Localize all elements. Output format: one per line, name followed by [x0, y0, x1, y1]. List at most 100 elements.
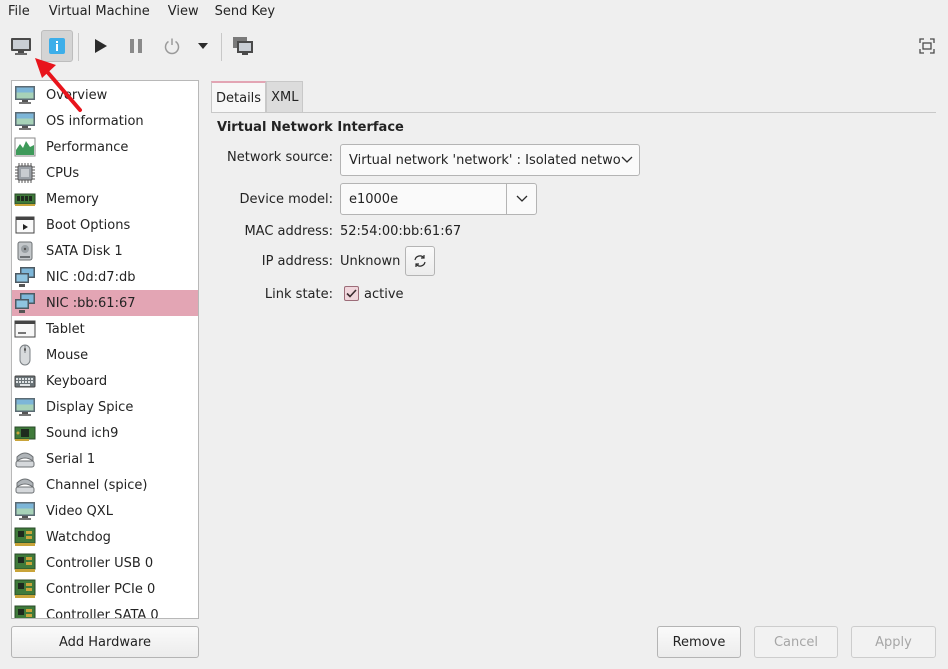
hardware-list-item-label: Controller USB 0	[46, 555, 154, 571]
menu-virtual-machine[interactable]: Virtual Machine	[38, 0, 158, 24]
mac-address-label: MAC address:	[244, 224, 333, 239]
serial-icon	[14, 474, 36, 496]
menu-bar: File Virtual Machine View Send Key	[0, 0, 948, 24]
pci-card-icon	[14, 578, 36, 600]
ip-address-value: Unknown	[340, 254, 401, 269]
hardware-list-item-label: SATA Disk 1	[46, 243, 123, 259]
pause-icon	[130, 39, 142, 53]
hardware-list-item[interactable]: Keyboard	[12, 368, 198, 394]
hardware-list-item-label: Controller SATA 0	[46, 607, 159, 619]
menu-send-key[interactable]: Send Key	[207, 0, 283, 24]
chevron-down-icon	[198, 43, 208, 49]
memory-icon	[14, 188, 36, 210]
hardware-list-item-label: Mouse	[46, 347, 89, 363]
fullscreen-button[interactable]	[912, 30, 942, 62]
chart-icon	[14, 136, 36, 158]
annotation-arrow	[35, 58, 82, 112]
tab-bar: Details XML	[211, 81, 304, 113]
hardware-list-item[interactable]: Sound ich9	[12, 420, 198, 446]
hardware-list-item[interactable]: Channel (spice)	[12, 472, 198, 498]
hardware-list-item[interactable]: Tablet	[12, 316, 198, 342]
disk-icon	[14, 240, 36, 262]
hardware-list-item[interactable]: Memory	[12, 186, 198, 212]
hardware-list-item[interactable]: Controller USB 0	[12, 550, 198, 576]
add-hardware-button[interactable]: Add Hardware	[11, 626, 199, 658]
hardware-list-item[interactable]: Performance	[12, 134, 198, 160]
section-title: Virtual Network Interface	[217, 120, 404, 135]
info-icon	[49, 38, 65, 54]
pci-card-icon	[14, 526, 36, 548]
shutdown-button[interactable]	[158, 30, 186, 62]
menu-file[interactable]: File	[0, 0, 38, 24]
play-icon	[95, 39, 107, 53]
hardware-list-item[interactable]: Serial 1	[12, 446, 198, 472]
link-state-label: Link state:	[264, 287, 333, 302]
pci-card-icon	[14, 552, 36, 574]
hardware-list-item-label: NIC :bb:61:67	[46, 295, 136, 311]
device-model-value[interactable]: e1000e	[341, 192, 506, 207]
hardware-list-item[interactable]: Boot Options	[12, 212, 198, 238]
hardware-list-item[interactable]: Video QXL	[12, 498, 198, 524]
device-model-dropdown-button[interactable]	[506, 184, 536, 214]
ip-address-label: IP address:	[261, 254, 333, 269]
toolbar-separator	[221, 33, 222, 61]
network-icon	[14, 266, 36, 288]
device-model-label: Device model:	[239, 192, 333, 207]
remove-button[interactable]: Remove	[657, 626, 741, 658]
refresh-ip-button[interactable]	[405, 246, 435, 276]
hardware-list[interactable]: Overview OS information Performance CPUs Mem…	[11, 80, 199, 619]
mac-address-value: 52:54:00:bb:61:67	[340, 224, 462, 239]
shutdown-menu-button[interactable]	[194, 30, 212, 62]
hardware-list-item[interactable]: SATA Disk 1	[12, 238, 198, 264]
snapshots-button[interactable]	[228, 30, 258, 62]
display-icon	[14, 500, 36, 522]
tab-divider	[211, 112, 936, 113]
hardware-list-item-label: Tablet	[46, 321, 85, 337]
refresh-icon	[414, 255, 426, 267]
keyboard-icon	[14, 370, 36, 392]
snapshots-icon	[233, 37, 253, 55]
hardware-list-item-label: Sound ich9	[46, 425, 119, 441]
hardware-list-item[interactable]: NIC :0d:d7:db	[12, 264, 198, 290]
device-model-combobox[interactable]: e1000e	[340, 183, 537, 215]
hardware-list-item[interactable]: CPUs	[12, 160, 198, 186]
hardware-list-item[interactable]: Controller PCIe 0	[12, 576, 198, 602]
mouse-icon	[14, 344, 36, 366]
hardware-list-item-label: NIC :0d:d7:db	[46, 269, 136, 285]
network-icon	[14, 292, 36, 314]
hardware-list-item-label: Channel (spice)	[46, 477, 148, 493]
serial-icon	[14, 448, 36, 470]
cancel-button[interactable]: Cancel	[754, 626, 838, 658]
chevron-down-icon	[621, 156, 633, 163]
network-source-value: Virtual network 'network' : Isolated net…	[349, 152, 621, 168]
hardware-list-item[interactable]: Watchdog	[12, 524, 198, 550]
hardware-list-item[interactable]: Controller SATA 0	[12, 602, 198, 619]
hardware-list-item-label: Controller PCIe 0	[46, 581, 156, 597]
network-source-label: Network source:	[227, 150, 333, 165]
apply-button[interactable]: Apply	[851, 626, 936, 658]
hardware-list-item[interactable]: Mouse	[12, 342, 198, 368]
link-state-value[interactable]: active	[364, 287, 404, 302]
hardware-list-item[interactable]: NIC :bb:61:67	[12, 290, 198, 316]
cpu-icon	[14, 162, 36, 184]
tablet-icon	[14, 318, 36, 340]
pause-button[interactable]	[122, 30, 150, 62]
fullscreen-icon	[919, 38, 935, 54]
hardware-list-item-label: CPUs	[46, 165, 80, 181]
hardware-list-item-label: Performance	[46, 139, 129, 155]
hardware-list-item-label: Memory	[46, 191, 99, 207]
sound-card-icon	[14, 422, 36, 444]
tab-xml[interactable]: XML	[266, 81, 304, 113]
menu-view[interactable]: View	[158, 0, 207, 24]
tab-details[interactable]: Details	[211, 81, 267, 113]
hardware-list-item-label: Boot Options	[46, 217, 131, 233]
hardware-list-item-label: Display Spice	[46, 399, 134, 415]
checkmark-icon	[346, 289, 357, 298]
chevron-down-icon	[516, 195, 527, 202]
hardware-list-item-label: Keyboard	[46, 373, 108, 389]
console-icon	[11, 38, 31, 55]
hardware-list-item[interactable]: Display Spice	[12, 394, 198, 420]
display-icon	[14, 396, 36, 418]
network-source-select[interactable]: Virtual network 'network' : Isolated net…	[340, 144, 640, 176]
link-state-checkbox[interactable]	[344, 286, 359, 301]
